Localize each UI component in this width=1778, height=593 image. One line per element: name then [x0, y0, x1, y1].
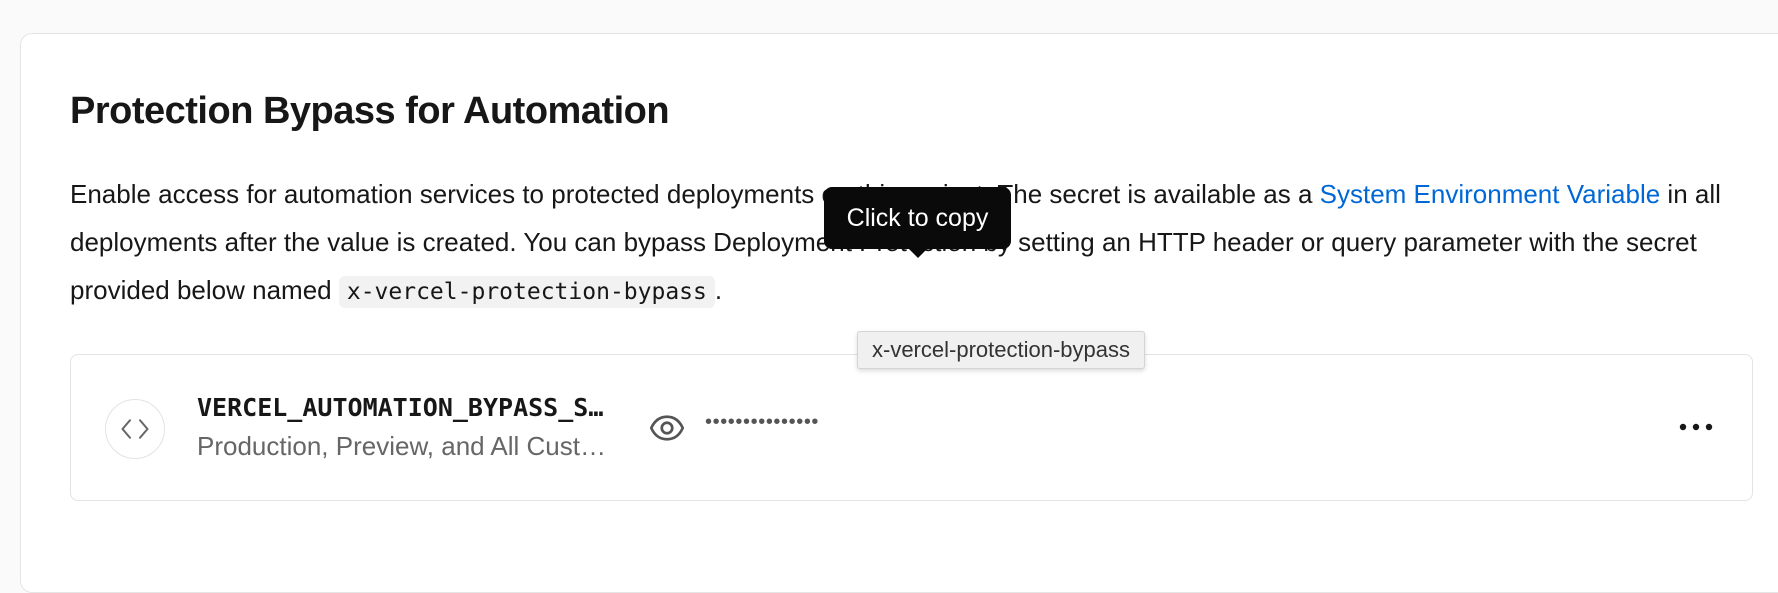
header-name-code[interactable]: x-vercel-protection-bypass	[338, 276, 715, 308]
eye-icon[interactable]	[649, 410, 685, 446]
click-to-copy-tooltip: Click to copy	[824, 187, 1011, 258]
system-env-variable-link[interactable]: System Environment Variable	[1320, 179, 1661, 209]
env-variable-name: VERCEL_AUTOMATION_BYPASS_SECRET	[197, 393, 607, 422]
more-options-button[interactable]	[1674, 407, 1718, 447]
more-horizontal-icon	[1679, 423, 1713, 431]
code-icon	[105, 399, 165, 459]
env-variable-row: VERCEL_AUTOMATION_BYPASS_SECRET Producti…	[70, 354, 1753, 501]
header-name-hover-tooltip: x-vercel-protection-bypass	[857, 331, 1145, 369]
description-period: .	[714, 275, 723, 305]
env-variable-environments: Production, Preview, and All Custom Envi…	[197, 431, 611, 461]
masked-secret-value[interactable]: •••••••••••••••	[705, 411, 819, 434]
description-text-1: Enable access for automation services to…	[70, 179, 1320, 209]
section-title: Protection Bypass for Automation	[70, 90, 670, 132]
